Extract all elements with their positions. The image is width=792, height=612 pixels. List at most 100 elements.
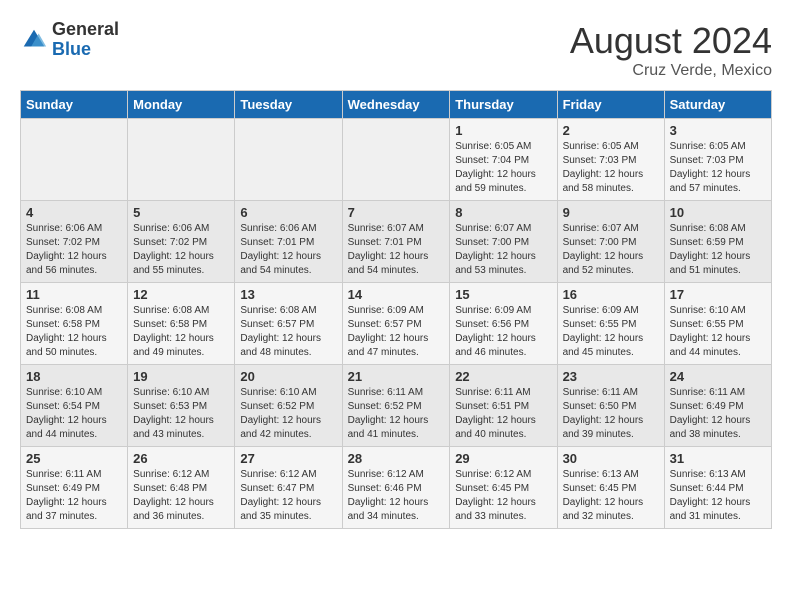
calendar-cell: 25 Sunrise: 6:11 AM Sunset: 6:49 PM Dayli… bbox=[21, 447, 128, 529]
calendar-cell: 7 Sunrise: 6:07 AM Sunset: 7:01 PM Daylig… bbox=[342, 201, 450, 283]
day-number: 17 bbox=[670, 287, 766, 302]
cell-info: Sunrise: 6:12 AM Sunset: 6:45 PM Dayligh… bbox=[455, 468, 551, 524]
calendar-cell: 22Sunrise: 6:11 AM Sunset: 6:51 PM Dayli… bbox=[450, 365, 557, 447]
calendar-cell: 16 Sunrise: 6:09 AM Sunset: 6:55 PM Dayli… bbox=[557, 283, 664, 365]
calendar-cell: 4Sunrise: 6:06 AM Sunset: 7:02 PM Daylig… bbox=[21, 201, 128, 283]
day-number: 22 bbox=[455, 369, 551, 384]
day-number: 18 bbox=[26, 369, 122, 384]
cell-info: Sunrise: 6:13 AM Sunset: 6:45 PM Dayligh… bbox=[563, 468, 659, 524]
cell-info: Sunrise: 6:13 AM Sunset: 6:44 PM Dayligh… bbox=[670, 468, 766, 524]
day-number: 28 bbox=[348, 451, 445, 466]
cell-info: Sunrise: 6:10 AM Sunset: 6:52 PM Dayligh… bbox=[240, 386, 336, 442]
calendar-cell: 17 Sunrise: 6:10 AM Sunset: 6:55 PM Dayli… bbox=[664, 283, 771, 365]
logo-blue: Blue bbox=[52, 40, 119, 60]
day-number: 25 bbox=[26, 451, 122, 466]
day-number: 29 bbox=[455, 451, 551, 466]
day-number: 10 bbox=[670, 205, 766, 220]
day-number: 15 bbox=[455, 287, 551, 302]
cell-info: Sunrise: 6:09 AM Sunset: 6:57 PM Dayligh… bbox=[348, 304, 445, 360]
cell-info: Sunrise: 6:05 AM Sunset: 7:03 PM Dayligh… bbox=[563, 140, 659, 196]
cell-info: Sunrise: 6:07 AM Sunset: 7:01 PM Dayligh… bbox=[348, 222, 445, 278]
day-number: 12 bbox=[133, 287, 229, 302]
cell-info: Sunrise: 6:12 AM Sunset: 6:48 PM Dayligh… bbox=[133, 468, 229, 524]
calendar-cell: 31 Sunrise: 6:13 AM Sunset: 6:44 PM Dayli… bbox=[664, 447, 771, 529]
day-number: 6 bbox=[240, 205, 336, 220]
calendar-cell bbox=[128, 119, 235, 201]
weekday-header: Sunday bbox=[21, 91, 128, 119]
cell-info: Sunrise: 6:10 AM Sunset: 6:55 PM Dayligh… bbox=[670, 304, 766, 360]
day-number: 11 bbox=[26, 287, 122, 302]
calendar-week-row: 1Sunrise: 6:05 AM Sunset: 7:04 PM Daylig… bbox=[21, 119, 772, 201]
weekday-header: Friday bbox=[557, 91, 664, 119]
cell-info: Sunrise: 6:06 AM Sunset: 7:01 PM Dayligh… bbox=[240, 222, 336, 278]
calendar-cell: 11 Sunrise: 6:08 AM Sunset: 6:58 PM Dayli… bbox=[21, 283, 128, 365]
cell-info: Sunrise: 6:08 AM Sunset: 6:58 PM Dayligh… bbox=[26, 304, 122, 360]
calendar-cell: 20 Sunrise: 6:10 AM Sunset: 6:52 PM Dayli… bbox=[235, 365, 342, 447]
day-number: 13 bbox=[240, 287, 336, 302]
calendar-week-row: 18 Sunrise: 6:10 AM Sunset: 6:54 PM Dayli… bbox=[21, 365, 772, 447]
calendar-header: SundayMondayTuesdayWednesdayThursdayFrid… bbox=[21, 91, 772, 119]
cell-info: Sunrise: 6:11 AM Sunset: 6:50 PM Dayligh… bbox=[563, 386, 659, 442]
cell-info: Sunrise: 6:06 AM Sunset: 7:02 PM Dayligh… bbox=[133, 222, 229, 278]
cell-info: Sunrise: 6:11 AM Sunset: 6:49 PM Dayligh… bbox=[26, 468, 122, 524]
cell-info: Sunrise: 6:12 AM Sunset: 6:47 PM Dayligh… bbox=[240, 468, 336, 524]
calendar-cell: 21 Sunrise: 6:11 AM Sunset: 6:52 PM Dayli… bbox=[342, 365, 450, 447]
day-number: 20 bbox=[240, 369, 336, 384]
weekday-header: Saturday bbox=[664, 91, 771, 119]
cell-info: Sunrise: 6:08 AM Sunset: 6:58 PM Dayligh… bbox=[133, 304, 229, 360]
calendar-table: SundayMondayTuesdayWednesdayThursdayFrid… bbox=[20, 90, 772, 529]
calendar-cell: 10 Sunrise: 6:08 AM Sunset: 6:59 PM Dayli… bbox=[664, 201, 771, 283]
day-number: 31 bbox=[670, 451, 766, 466]
day-number: 16 bbox=[563, 287, 659, 302]
cell-info: Sunrise: 6:10 AM Sunset: 6:54 PM Dayligh… bbox=[26, 386, 122, 442]
calendar-week-row: 11 Sunrise: 6:08 AM Sunset: 6:58 PM Dayli… bbox=[21, 283, 772, 365]
calendar-cell: 26Sunrise: 6:12 AM Sunset: 6:48 PM Dayli… bbox=[128, 447, 235, 529]
title-block: August 2024 Cruz Verde, Mexico bbox=[570, 20, 772, 80]
calendar-week-row: 4Sunrise: 6:06 AM Sunset: 7:02 PM Daylig… bbox=[21, 201, 772, 283]
calendar-cell: 19Sunrise: 6:10 AM Sunset: 6:53 PM Dayli… bbox=[128, 365, 235, 447]
calendar-cell: 2 Sunrise: 6:05 AM Sunset: 7:03 PM Daylig… bbox=[557, 119, 664, 201]
calendar-cell: 15 Sunrise: 6:09 AM Sunset: 6:56 PM Dayli… bbox=[450, 283, 557, 365]
calendar-cell bbox=[342, 119, 450, 201]
calendar-cell: 9 Sunrise: 6:07 AM Sunset: 7:00 PM Daylig… bbox=[557, 201, 664, 283]
cell-info: Sunrise: 6:07 AM Sunset: 7:00 PM Dayligh… bbox=[563, 222, 659, 278]
cell-info: Sunrise: 6:11 AM Sunset: 6:49 PM Dayligh… bbox=[670, 386, 766, 442]
calendar-cell: 27Sunrise: 6:12 AM Sunset: 6:47 PM Dayli… bbox=[235, 447, 342, 529]
cell-info: Sunrise: 6:12 AM Sunset: 6:46 PM Dayligh… bbox=[348, 468, 445, 524]
day-number: 7 bbox=[348, 205, 445, 220]
cell-info: Sunrise: 6:11 AM Sunset: 6:52 PM Dayligh… bbox=[348, 386, 445, 442]
cell-info: Sunrise: 6:08 AM Sunset: 6:57 PM Dayligh… bbox=[240, 304, 336, 360]
calendar-cell: 5Sunrise: 6:06 AM Sunset: 7:02 PM Daylig… bbox=[128, 201, 235, 283]
day-number: 23 bbox=[563, 369, 659, 384]
calendar-cell: 6 Sunrise: 6:06 AM Sunset: 7:01 PM Daylig… bbox=[235, 201, 342, 283]
calendar-week-row: 25 Sunrise: 6:11 AM Sunset: 6:49 PM Dayli… bbox=[21, 447, 772, 529]
calendar-cell: 28 Sunrise: 6:12 AM Sunset: 6:46 PM Dayli… bbox=[342, 447, 450, 529]
day-number: 30 bbox=[563, 451, 659, 466]
cell-info: Sunrise: 6:09 AM Sunset: 6:56 PM Dayligh… bbox=[455, 304, 551, 360]
calendar-cell: 8Sunrise: 6:07 AM Sunset: 7:00 PM Daylig… bbox=[450, 201, 557, 283]
weekday-header: Tuesday bbox=[235, 91, 342, 119]
calendar-cell: 30 Sunrise: 6:13 AM Sunset: 6:45 PM Dayli… bbox=[557, 447, 664, 529]
cell-info: Sunrise: 6:05 AM Sunset: 7:04 PM Dayligh… bbox=[455, 140, 551, 196]
calendar-cell: 29 Sunrise: 6:12 AM Sunset: 6:45 PM Dayli… bbox=[450, 447, 557, 529]
logo-icon bbox=[20, 26, 48, 54]
cell-info: Sunrise: 6:09 AM Sunset: 6:55 PM Dayligh… bbox=[563, 304, 659, 360]
day-number: 9 bbox=[563, 205, 659, 220]
calendar-cell bbox=[235, 119, 342, 201]
page-header: General Blue August 2024 Cruz Verde, Mex… bbox=[20, 20, 772, 80]
cell-info: Sunrise: 6:08 AM Sunset: 6:59 PM Dayligh… bbox=[670, 222, 766, 278]
day-number: 3 bbox=[670, 123, 766, 138]
day-number: 2 bbox=[563, 123, 659, 138]
cell-info: Sunrise: 6:05 AM Sunset: 7:03 PM Dayligh… bbox=[670, 140, 766, 196]
day-number: 24 bbox=[670, 369, 766, 384]
calendar-body: 1Sunrise: 6:05 AM Sunset: 7:04 PM Daylig… bbox=[21, 119, 772, 529]
header-row: SundayMondayTuesdayWednesdayThursdayFrid… bbox=[21, 91, 772, 119]
subtitle: Cruz Verde, Mexico bbox=[570, 62, 772, 80]
logo: General Blue bbox=[20, 20, 119, 60]
logo-general: General bbox=[52, 20, 119, 40]
day-number: 14 bbox=[348, 287, 445, 302]
day-number: 21 bbox=[348, 369, 445, 384]
calendar-cell: 12 Sunrise: 6:08 AM Sunset: 6:58 PM Dayli… bbox=[128, 283, 235, 365]
calendar-cell: 1Sunrise: 6:05 AM Sunset: 7:04 PM Daylig… bbox=[450, 119, 557, 201]
day-number: 8 bbox=[455, 205, 551, 220]
